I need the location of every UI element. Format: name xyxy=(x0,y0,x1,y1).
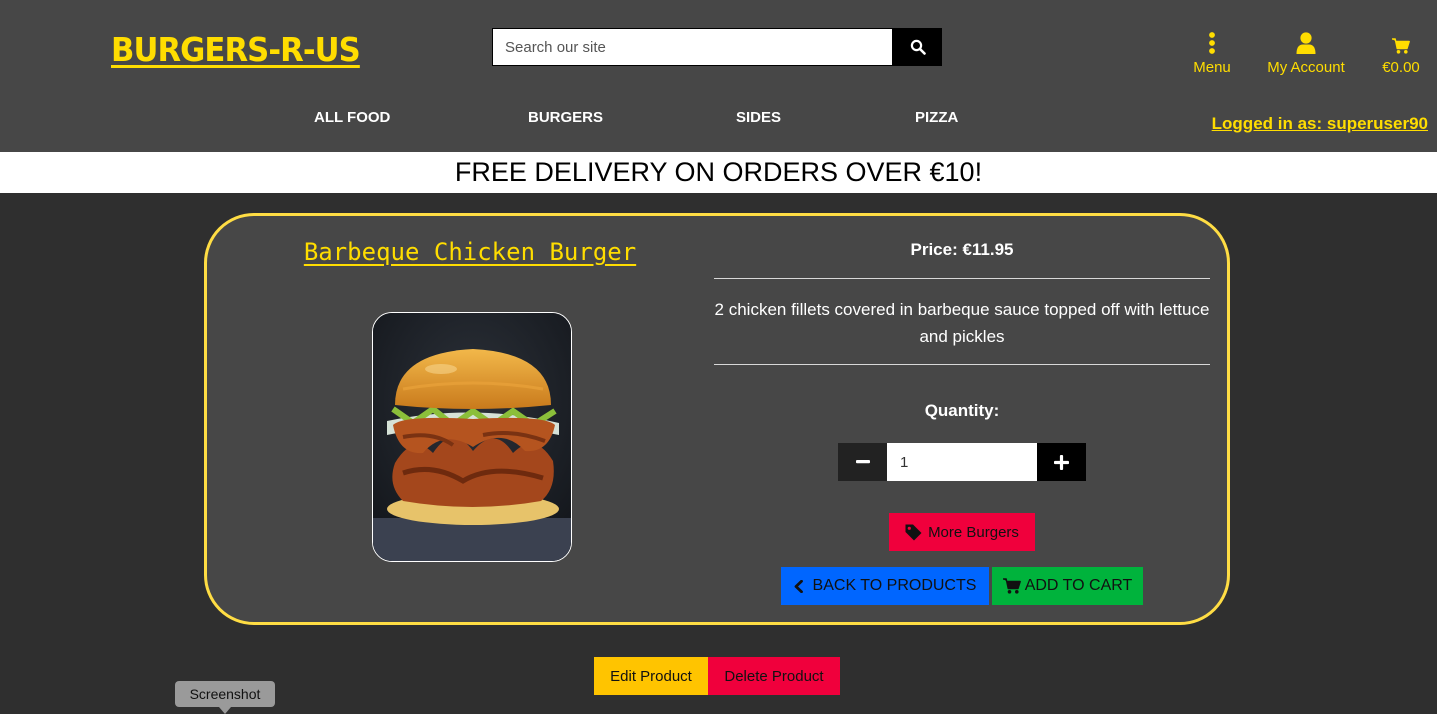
product-name: Barbeque Chicken Burger xyxy=(303,238,637,266)
edit-product-button[interactable]: Edit Product xyxy=(594,657,708,695)
cart-button[interactable]: €0.00 xyxy=(1376,30,1426,76)
more-burgers-label: More Burgers xyxy=(928,523,1019,541)
minus-icon xyxy=(855,460,870,464)
search-button[interactable] xyxy=(893,28,942,66)
divider xyxy=(714,364,1210,365)
back-to-products-label: BACK TO PRODUCTS xyxy=(812,577,977,594)
product-image xyxy=(372,312,572,562)
delivery-banner: FREE DELIVERY ON ORDERS OVER €10! xyxy=(0,152,1437,193)
add-to-cart-label: ADD TO CART xyxy=(1024,577,1133,594)
site-logo[interactable]: BURGERS-R-US xyxy=(111,30,361,69)
cart-icon xyxy=(1002,578,1021,594)
tag-icon xyxy=(905,524,922,540)
nav-all-food[interactable]: ALL FOOD xyxy=(314,109,390,126)
chevron-left-icon xyxy=(794,579,803,593)
delete-product-button[interactable]: Delete Product xyxy=(708,657,840,695)
quantity-increment-button[interactable] xyxy=(1037,443,1086,481)
add-to-cart-button[interactable]: ADD TO CART xyxy=(992,567,1143,605)
my-account-button[interactable]: My Account xyxy=(1262,30,1350,76)
menu-label: Menu xyxy=(1193,59,1231,76)
search-input[interactable] xyxy=(492,28,893,66)
cart-icon xyxy=(1392,30,1410,54)
back-to-products-button[interactable]: BACK TO PRODUCTS xyxy=(781,567,989,605)
search-icon xyxy=(910,39,926,55)
quantity-decrement-button[interactable] xyxy=(838,443,887,481)
nav-pizza[interactable]: PIZZA xyxy=(915,109,958,126)
vertical-dots-icon xyxy=(1208,30,1216,54)
quantity-input[interactable] xyxy=(887,443,1037,481)
more-burgers-button[interactable]: More Burgers xyxy=(889,513,1035,551)
quantity-label: Quantity: xyxy=(924,401,1000,420)
search-form xyxy=(492,28,942,66)
plus-icon xyxy=(1054,454,1069,470)
nav-burgers[interactable]: BURGERS xyxy=(528,109,603,126)
user-icon xyxy=(1296,30,1316,54)
product-card: Barbeque Chicken Burger Price: €11.95 2 … xyxy=(204,213,1230,625)
product-description: 2 chicken fillets covered in barbeque sa… xyxy=(714,300,1210,346)
menu-button[interactable]: Menu xyxy=(1190,30,1234,76)
cart-total: €0.00 xyxy=(1382,59,1420,76)
site-header: BURGERS-R-US Menu My Account xyxy=(0,0,1437,152)
nav-sides[interactable]: SIDES xyxy=(736,109,781,126)
quantity-stepper xyxy=(838,443,1086,481)
product-price: Price: €11.95 xyxy=(910,240,1014,259)
divider xyxy=(714,278,1210,279)
screenshot-tooltip: Screenshot xyxy=(175,681,275,714)
my-account-label: My Account xyxy=(1267,59,1345,76)
logged-in-link[interactable]: Logged in as: superuser90 xyxy=(1212,114,1428,134)
